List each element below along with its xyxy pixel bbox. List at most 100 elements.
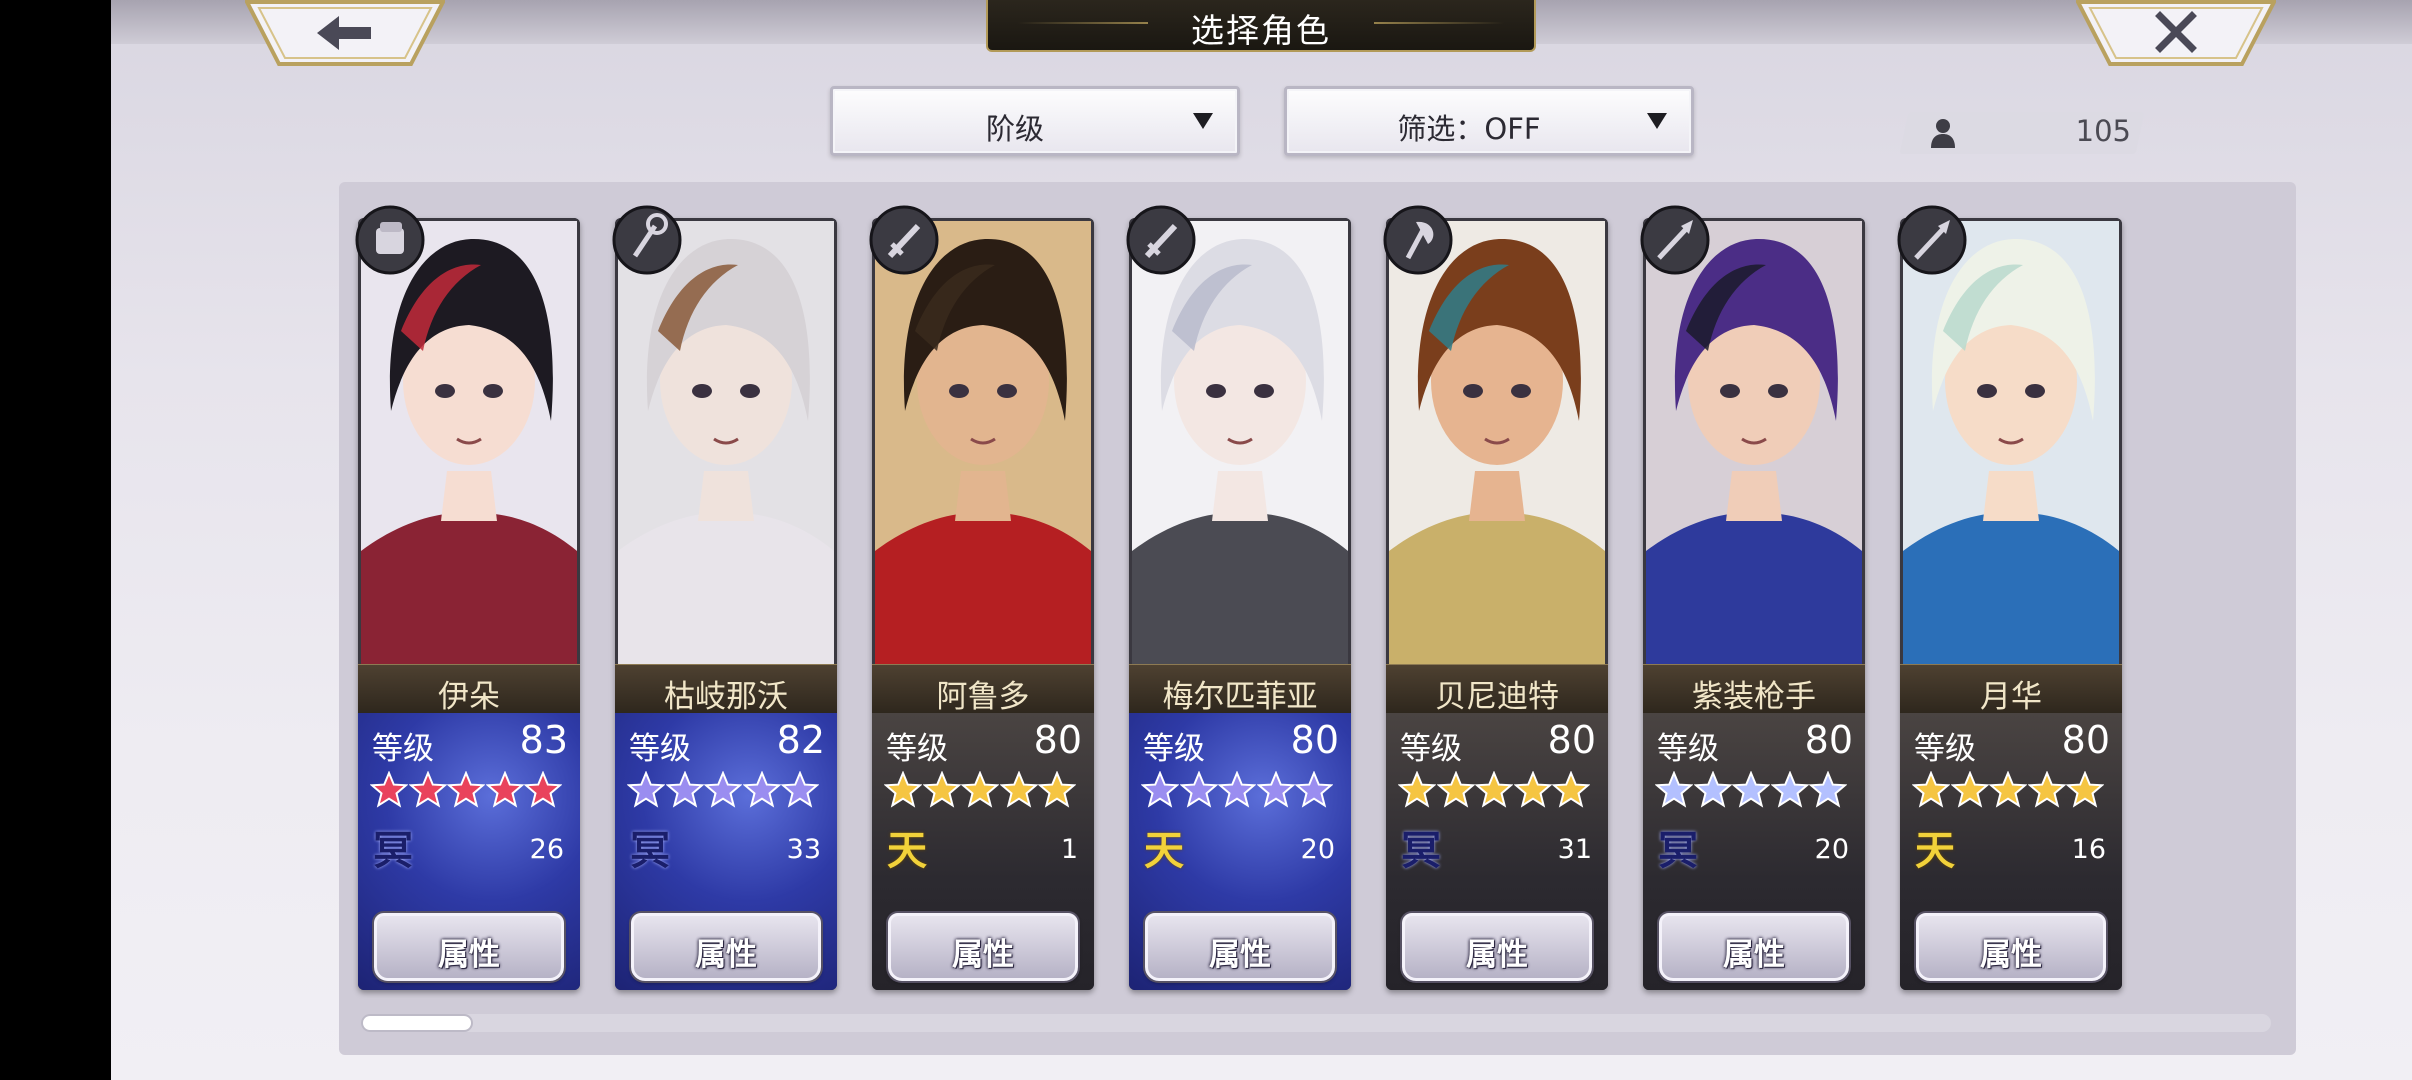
character-info-panel: 等级 80 天 1 属性 bbox=[872, 713, 1094, 990]
character-info-panel: 等级 82 冥 33 属性 bbox=[615, 713, 837, 990]
character-count: 105 bbox=[2075, 114, 2131, 148]
star-icon bbox=[922, 771, 961, 809]
character-info-panel: 等级 80 冥 20 属性 bbox=[1643, 713, 1865, 990]
character-name-bar: 伊朵 bbox=[358, 664, 580, 715]
element-tag: 天 bbox=[1915, 827, 1955, 874]
rarity-stars bbox=[1912, 771, 2112, 811]
level-label: 等级 bbox=[372, 731, 434, 767]
level-value: 80 bbox=[1804, 718, 1853, 762]
scrollbar-thumb[interactable] bbox=[361, 1014, 473, 1032]
spear-icon bbox=[1896, 204, 1968, 276]
attributes-button[interactable]: 属性 bbox=[631, 913, 821, 981]
star-icon bbox=[1141, 771, 1179, 809]
star-icon bbox=[524, 771, 562, 809]
character-card[interactable]: 阿鲁多 等级 80 天 1 属性 bbox=[872, 218, 1094, 990]
star-icon bbox=[1693, 771, 1732, 809]
rarity-stars bbox=[884, 771, 1084, 811]
character-number: 33 bbox=[786, 834, 821, 865]
axe-icon bbox=[1382, 204, 1454, 276]
element-tag: 冥 bbox=[1401, 827, 1441, 874]
rarity-stars bbox=[627, 771, 827, 811]
page-title: 选择角色 bbox=[1191, 11, 1331, 50]
star-icon bbox=[1770, 771, 1809, 809]
character-portrait[interactable] bbox=[615, 218, 837, 666]
staff-icon bbox=[611, 204, 683, 276]
character-portrait[interactable] bbox=[1643, 218, 1865, 666]
star-icon bbox=[2066, 771, 2104, 809]
back-button[interactable] bbox=[245, 0, 445, 66]
attributes-button[interactable]: 属性 bbox=[1402, 913, 1592, 981]
level-label: 等级 bbox=[1914, 731, 1976, 767]
level-value: 80 bbox=[1547, 718, 1596, 762]
star-icon bbox=[1732, 771, 1770, 809]
character-select-screen: 选择角色 阶级 筛选：OFF 105 伊朵 等级 83 冥 26 属性 枯岐那沃等 bbox=[111, 0, 2412, 1080]
character-portrait[interactable] bbox=[1129, 218, 1351, 666]
character-name-bar: 月华 bbox=[1900, 664, 2122, 715]
character-info-panel: 等级 80 天 16 属性 bbox=[1900, 713, 2122, 990]
character-name: 梅尔匹菲亚 bbox=[1162, 679, 1318, 715]
character-number: 31 bbox=[1557, 834, 1592, 865]
character-name-bar: 阿鲁多 bbox=[872, 664, 1094, 715]
level-label: 等级 bbox=[886, 731, 948, 767]
star-icon bbox=[961, 771, 999, 809]
star-icon bbox=[781, 771, 819, 809]
star-icon bbox=[704, 771, 742, 809]
character-name: 伊朵 bbox=[438, 679, 500, 715]
sort-dropdown-label: 阶级 bbox=[985, 112, 1044, 146]
character-portrait[interactable] bbox=[872, 218, 1094, 666]
horizontal-scrollbar[interactable] bbox=[361, 1014, 2271, 1032]
character-name-bar: 梅尔匹菲亚 bbox=[1129, 664, 1351, 715]
sort-dropdown[interactable]: 阶级 bbox=[830, 86, 1240, 156]
character-card[interactable]: 月华 等级 80 天 16 属性 bbox=[1900, 218, 2122, 990]
star-icon bbox=[1989, 771, 2027, 809]
character-info-panel: 等级 83 冥 26 属性 bbox=[358, 713, 580, 990]
person-icon bbox=[1931, 119, 1955, 148]
level-value: 80 bbox=[1033, 718, 1082, 762]
attributes-button-label: 属性 bbox=[1723, 937, 1785, 973]
attributes-button[interactable]: 属性 bbox=[374, 913, 564, 981]
star-icon bbox=[2027, 771, 2066, 809]
character-name: 阿鲁多 bbox=[936, 679, 1030, 715]
level-value: 83 bbox=[519, 718, 568, 762]
character-name: 月华 bbox=[1980, 679, 2042, 715]
level-value: 82 bbox=[776, 718, 825, 762]
star-icon bbox=[627, 771, 665, 809]
character-portrait[interactable] bbox=[358, 218, 580, 666]
attributes-button-label: 属性 bbox=[1209, 937, 1271, 973]
filter-dropdown-label: 筛选：OFF bbox=[1397, 112, 1541, 146]
close-button[interactable] bbox=[2076, 0, 2276, 66]
character-portrait[interactable] bbox=[1900, 218, 2122, 666]
attributes-button-label: 属性 bbox=[438, 937, 500, 973]
character-name-bar: 紫装枪手 bbox=[1643, 664, 1865, 715]
chevron-down-icon bbox=[1193, 113, 1213, 129]
star-icon bbox=[1809, 771, 1847, 809]
star-icon bbox=[1398, 771, 1436, 809]
sword-icon bbox=[868, 204, 940, 276]
game-screen: 选择角色 阶级 筛选：OFF 105 伊朵 等级 83 冥 26 属性 枯岐那沃等 bbox=[0, 0, 2412, 1080]
rarity-stars bbox=[1398, 771, 1598, 811]
attributes-button[interactable]: 属性 bbox=[1659, 913, 1849, 981]
character-number: 20 bbox=[1814, 834, 1849, 865]
character-portrait[interactable] bbox=[1386, 218, 1608, 666]
character-card[interactable]: 枯岐那沃 等级 82 冥 33 属性 bbox=[615, 218, 837, 990]
star-icon bbox=[1655, 771, 1693, 809]
title-plate: 选择角色 bbox=[986, 0, 1536, 52]
chevron-down-icon bbox=[1647, 113, 1667, 129]
character-card[interactable]: 梅尔匹菲亚 等级 80 天 20 属性 bbox=[1129, 218, 1351, 990]
character-card[interactable]: 伊朵 等级 83 冥 26 属性 bbox=[358, 218, 580, 990]
attributes-button-label: 属性 bbox=[1980, 937, 2042, 973]
level-value: 80 bbox=[2061, 718, 2110, 762]
element-tag: 冥 bbox=[630, 827, 670, 874]
character-card[interactable]: 贝尼迪特 等级 80 冥 31 属性 bbox=[1386, 218, 1608, 990]
spear-icon bbox=[1639, 204, 1711, 276]
attributes-button[interactable]: 属性 bbox=[888, 913, 1078, 981]
level-label: 等级 bbox=[1400, 731, 1462, 767]
attributes-button[interactable]: 属性 bbox=[1916, 913, 2106, 981]
star-icon bbox=[370, 771, 408, 809]
filter-dropdown[interactable]: 筛选：OFF bbox=[1284, 86, 1694, 156]
character-number: 26 bbox=[529, 834, 564, 865]
star-icon bbox=[999, 771, 1038, 809]
character-card[interactable]: 紫装枪手 等级 80 冥 20 属性 bbox=[1643, 218, 1865, 990]
star-icon bbox=[1256, 771, 1295, 809]
attributes-button[interactable]: 属性 bbox=[1145, 913, 1335, 981]
